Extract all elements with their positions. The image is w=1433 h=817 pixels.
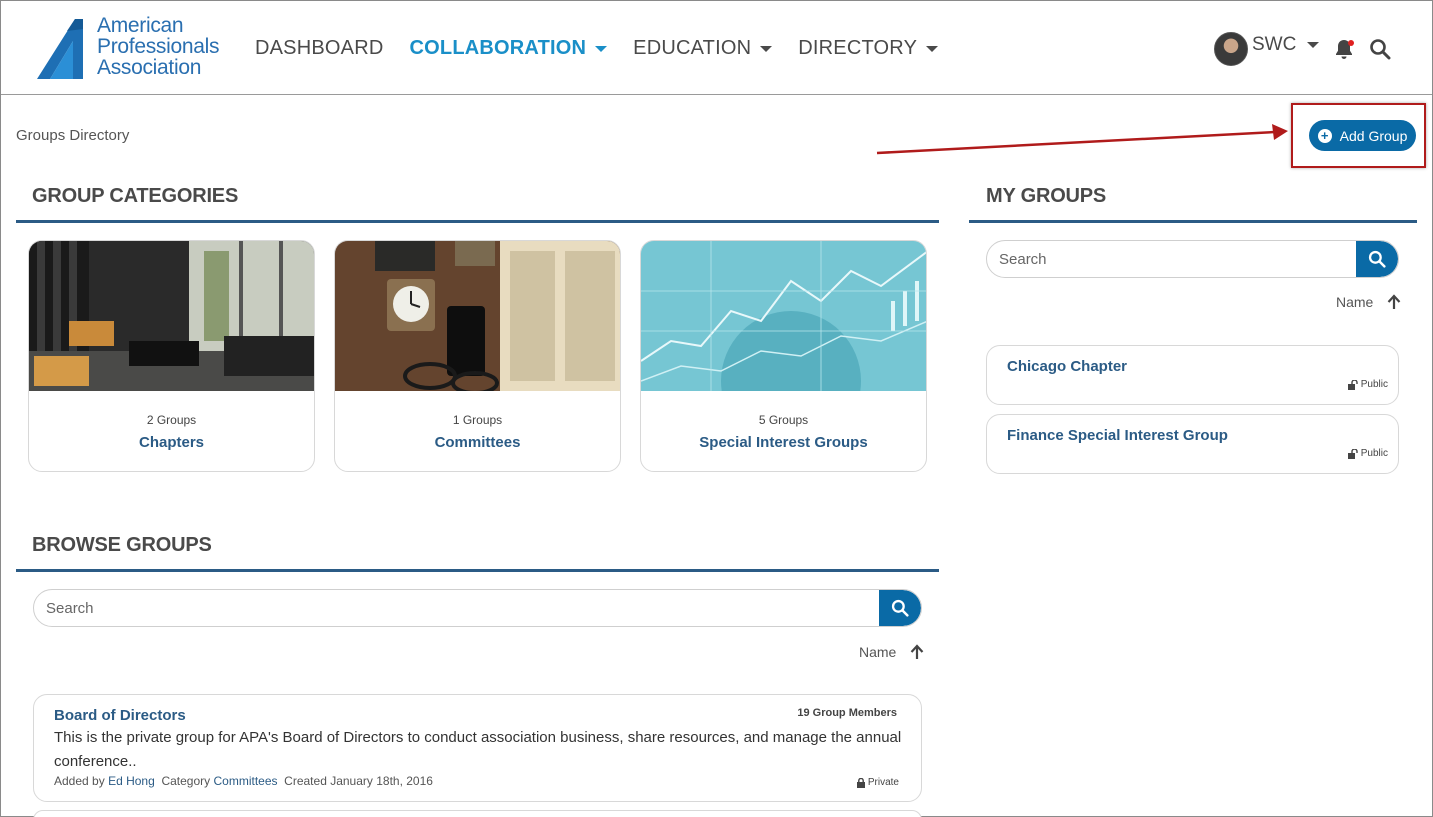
logo-line: American [97, 14, 184, 37]
browse-groups-search-button[interactable] [879, 590, 921, 626]
lock-icon [856, 777, 865, 788]
browse-group-item: Board of Directors 19 Group Members This… [33, 694, 922, 802]
added-by-label: Added by [54, 774, 105, 788]
plus-circle-icon: + [1317, 128, 1332, 143]
section-divider [16, 569, 939, 572]
category-card-chapters[interactable]: 2 Groups Chapters [28, 240, 315, 472]
annotation-arrow-icon [876, 124, 1288, 155]
logo-mark-icon [37, 19, 83, 79]
search-icon[interactable] [1369, 38, 1391, 60]
nav-dashboard[interactable]: DASHBOARD [255, 37, 384, 60]
add-group-button[interactable]: + Add Group [1309, 120, 1416, 151]
my-groups-search [986, 240, 1399, 278]
browse-groups-title: BROWSE GROUPS [32, 534, 212, 556]
caret-down-icon [760, 45, 773, 52]
category-card-special-interest-groups[interactable]: 5 Groups Special Interest Groups [640, 240, 927, 472]
visibility-label: Private [867, 777, 899, 788]
category-name[interactable]: Chapters [29, 434, 314, 451]
browse-groups-search [33, 589, 922, 627]
caret-down-icon [926, 45, 939, 52]
category-name[interactable]: Special Interest Groups [641, 434, 926, 451]
my-groups-search-input[interactable] [987, 241, 1398, 277]
unlock-icon [1347, 379, 1358, 390]
caret-down-icon [595, 45, 608, 52]
apa-logo[interactable]: American Professionals Association [37, 15, 237, 81]
top-header: American Professionals Association DASHB… [1, 1, 1432, 95]
logo-line: Professionals [97, 35, 220, 58]
nav-collaboration[interactable]: COLLABORATION [410, 37, 608, 60]
my-groups-sort[interactable]: Name [1336, 294, 1401, 310]
breadcrumb: Groups Directory [16, 127, 130, 144]
nav-label: COLLABORATION [409, 37, 587, 59]
nav-label: DASHBOARD [255, 37, 384, 59]
my-groups-title: MY GROUPS [986, 185, 1107, 207]
category-name[interactable]: Committees [335, 434, 620, 451]
created-date: Created January 18th, 2016 [284, 774, 433, 788]
group-meta: Added by Ed Hong Category Committees Cre… [54, 774, 433, 788]
nav-directory[interactable]: DIRECTORY [798, 37, 939, 60]
nav-label: EDUCATION [633, 37, 752, 59]
sort-label: Name [859, 644, 897, 660]
caret-down-icon [1307, 42, 1320, 48]
added-by-link[interactable]: Ed Hong [108, 774, 155, 788]
category-card-committees[interactable]: 1 Groups Committees [334, 240, 621, 472]
browse-group-item [33, 810, 922, 817]
visibility-badge: Private [856, 777, 899, 788]
search-icon [1368, 250, 1386, 268]
avatar [1214, 32, 1248, 66]
group-description: This is the private group for APA's Boar… [54, 729, 902, 770]
my-groups-search-button[interactable] [1356, 241, 1398, 277]
group-categories-title: GROUP CATEGORIES [32, 185, 239, 207]
unlock-icon [1347, 448, 1358, 459]
group-name[interactable]: Board of Directors [54, 707, 186, 724]
lobby-photo [29, 241, 314, 391]
add-group-label: Add Group [1339, 127, 1408, 144]
arrow-up-icon [1388, 294, 1401, 309]
finance-chart-photo [641, 241, 926, 391]
visibility-badge: Public [1347, 448, 1388, 459]
notification-dot [1348, 40, 1354, 46]
category-count: 1 Groups [452, 413, 503, 427]
nav-education[interactable]: EDUCATION [633, 37, 773, 60]
group-name[interactable]: Finance Special Interest Group [1007, 427, 1228, 444]
category-count: 2 Groups [146, 413, 197, 427]
browse-groups-sort[interactable]: Name [859, 644, 924, 660]
category-link[interactable]: Committees [213, 774, 277, 788]
arrow-up-icon [911, 644, 924, 659]
category-label: Category [161, 774, 211, 788]
group-name[interactable]: Chicago Chapter [1007, 358, 1127, 375]
user-initials: SWC [1252, 34, 1297, 55]
category-count: 5 Groups [758, 413, 809, 427]
visibility-label: Public [1360, 448, 1388, 459]
browse-groups-search-input[interactable] [34, 590, 921, 626]
visibility-label: Public [1360, 379, 1388, 390]
logo-line: Association [97, 56, 202, 79]
search-icon [891, 599, 909, 617]
user-menu[interactable]: SWC [1214, 32, 1320, 66]
member-count: 19 Group Members [797, 707, 897, 719]
main-nav: DASHBOARD COLLABORATION EDUCATION DIRECT… [255, 37, 964, 60]
section-divider [969, 220, 1417, 223]
sort-label: Name [1336, 294, 1374, 310]
nav-label: DIRECTORY [798, 37, 918, 59]
my-group-item[interactable]: Finance Special Interest Group Public [986, 414, 1399, 474]
my-group-item[interactable]: Chicago Chapter Public [986, 345, 1399, 405]
section-divider [16, 220, 939, 223]
logo-text: American Professionals Association [97, 15, 219, 78]
visibility-badge: Public [1347, 379, 1388, 390]
desk-clock-photo [335, 241, 620, 391]
